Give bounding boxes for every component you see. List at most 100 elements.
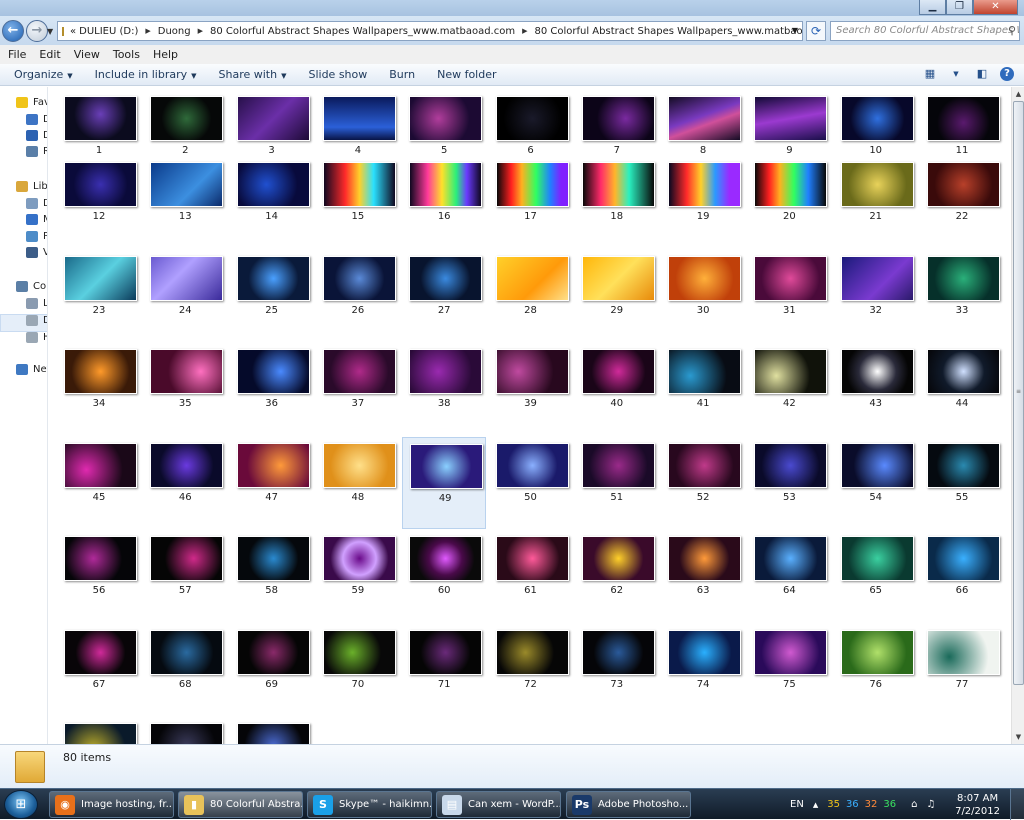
clock[interactable]: 8:07 AM 7/2/2012 <box>955 792 1000 818</box>
file-item[interactable]: 41 <box>661 343 745 435</box>
file-item[interactable]: 24 <box>143 250 227 342</box>
file-item[interactable]: 77 <box>920 624 1004 716</box>
file-item[interactable]: 27 <box>402 250 486 342</box>
organize-button[interactable]: Organize ▼ <box>14 68 73 81</box>
breadcrumb-arrow-icon[interactable]: ▶ <box>198 27 203 35</box>
file-item[interactable]: 71 <box>402 624 486 716</box>
file-item[interactable]: 54 <box>834 437 918 529</box>
file-item[interactable]: 59 <box>316 530 400 622</box>
include-in-library-button[interactable]: Include in library ▼ <box>95 68 197 81</box>
nav-item[interactable]: D <box>26 198 47 209</box>
preview-pane-icon[interactable]: ◧ <box>974 67 990 81</box>
file-item[interactable]: 40 <box>575 343 659 435</box>
file-item[interactable]: 14 <box>230 156 314 248</box>
file-item[interactable]: 43 <box>834 343 918 435</box>
menu-help[interactable]: Help <box>153 48 178 61</box>
file-item[interactable]: 38 <box>402 343 486 435</box>
tray-number[interactable]: 36 <box>883 799 896 810</box>
file-item[interactable]: 47 <box>230 437 314 529</box>
file-item[interactable]: 80 <box>230 717 314 744</box>
file-item[interactable]: 49 <box>402 437 487 529</box>
nav-item[interactable]: D <box>26 130 47 141</box>
refresh-button[interactable]: ⟳ <box>806 21 826 41</box>
nav-item[interactable]: V <box>26 247 47 258</box>
file-item[interactable]: 33 <box>920 250 1004 342</box>
file-item[interactable]: 19 <box>661 156 745 248</box>
nav-item[interactable]: Co <box>16 281 46 292</box>
file-item[interactable]: 44 <box>920 343 1004 435</box>
language-indicator[interactable]: EN <box>790 799 804 810</box>
forward-button[interactable]: → <box>26 20 48 42</box>
show-hidden-icons-icon[interactable]: ▲ <box>813 801 818 809</box>
help-icon[interactable]: ? <box>1000 67 1014 81</box>
taskbar-button[interactable]: Ps Adobe Photosho... <box>566 791 691 818</box>
file-item[interactable]: 31 <box>747 250 831 342</box>
nav-item[interactable]: M <box>26 214 47 225</box>
file-item[interactable]: 57 <box>143 530 227 622</box>
volume-icon[interactable]: ♫ <box>927 799 936 810</box>
file-item[interactable]: 46 <box>143 437 227 529</box>
menu-view[interactable]: View <box>74 48 100 61</box>
file-item[interactable]: 58 <box>230 530 314 622</box>
file-item[interactable]: 13 <box>143 156 227 248</box>
file-item[interactable]: 76 <box>834 624 918 716</box>
file-item[interactable]: 28 <box>489 250 573 342</box>
show-desktop-button[interactable] <box>1010 789 1024 820</box>
breadcrumb-drive[interactable]: DULIEU (D:) <box>79 26 138 37</box>
address-bar[interactable]: « DULIEU (D:) ▶ Duong ▶ 80 Colorful Abst… <box>57 21 803 41</box>
file-item[interactable]: 37 <box>316 343 400 435</box>
tray-number[interactable]: 35 <box>827 799 840 810</box>
file-item[interactable]: 29 <box>575 250 659 342</box>
file-item[interactable]: 16 <box>402 156 486 248</box>
file-item[interactable]: 39 <box>489 343 573 435</box>
menu-file[interactable]: File <box>8 48 26 61</box>
nav-item[interactable]: Fav <box>16 97 47 108</box>
new-folder-button[interactable]: New folder <box>437 68 496 81</box>
nav-item[interactable]: P <box>26 231 47 242</box>
breadcrumb-parent-folder[interactable]: 80 Colorful Abstract Shapes Wallpapers_w… <box>210 26 515 37</box>
file-item[interactable]: 65 <box>834 530 918 622</box>
file-item[interactable]: 15 <box>316 156 400 248</box>
breadcrumb-current-folder[interactable]: 80 Colorful Abstract Shapes Wallpapers_w… <box>534 26 802 37</box>
file-item[interactable]: 61 <box>489 530 573 622</box>
scroll-up-icon[interactable]: ▲ <box>1012 87 1024 101</box>
file-item[interactable]: 25 <box>230 250 314 342</box>
view-options-dropdown-icon[interactable]: ▼ <box>948 67 964 81</box>
file-item[interactable]: 35 <box>143 343 227 435</box>
file-item[interactable]: 55 <box>920 437 1004 529</box>
nav-item[interactable]: Net <box>16 364 47 375</box>
breadcrumb-arrow-icon[interactable]: ▶ <box>522 27 527 35</box>
file-item[interactable]: 34 <box>57 343 141 435</box>
nav-item[interactable]: D <box>26 114 47 125</box>
nav-item[interactable]: D <box>26 315 47 326</box>
file-item[interactable]: 21 <box>834 156 918 248</box>
file-item[interactable]: 52 <box>661 437 745 529</box>
menu-tools[interactable]: Tools <box>113 48 140 61</box>
file-item[interactable]: 48 <box>316 437 400 529</box>
nav-item[interactable]: Libr <box>16 181 47 192</box>
file-item[interactable]: 70 <box>316 624 400 716</box>
file-item[interactable]: 36 <box>230 343 314 435</box>
file-item[interactable]: 17 <box>489 156 573 248</box>
file-item[interactable]: 42 <box>747 343 831 435</box>
file-item[interactable]: 67 <box>57 624 141 716</box>
file-item[interactable]: 22 <box>920 156 1004 248</box>
search-icon[interactable]: ⚲ <box>1008 24 1016 37</box>
scroll-down-icon[interactable]: ▼ <box>1012 730 1024 744</box>
file-item[interactable]: 12 <box>57 156 141 248</box>
file-item[interactable]: 63 <box>661 530 745 622</box>
taskbar-button[interactable]: ▮ 80 Colorful Abstra... <box>178 791 303 818</box>
file-item[interactable]: 26 <box>316 250 400 342</box>
scrollbar-thumb[interactable]: ≡ <box>1013 101 1024 685</box>
file-item[interactable]: 78 <box>57 717 141 744</box>
close-button[interactable]: ✕ <box>973 0 1018 15</box>
breadcrumb-arrow-icon[interactable]: ▶ <box>145 27 150 35</box>
tray-number[interactable]: 36 <box>846 799 859 810</box>
menu-edit[interactable]: Edit <box>39 48 60 61</box>
file-item[interactable]: 53 <box>747 437 831 529</box>
vertical-scrollbar[interactable]: ▲ ≡ ▼ <box>1011 87 1024 744</box>
taskbar-button[interactable]: ▤ Can xem - WordP... <box>436 791 561 818</box>
recent-pages-dropdown[interactable]: ▼ <box>47 27 53 36</box>
file-item[interactable]: 56 <box>57 530 141 622</box>
file-item[interactable]: 72 <box>489 624 573 716</box>
